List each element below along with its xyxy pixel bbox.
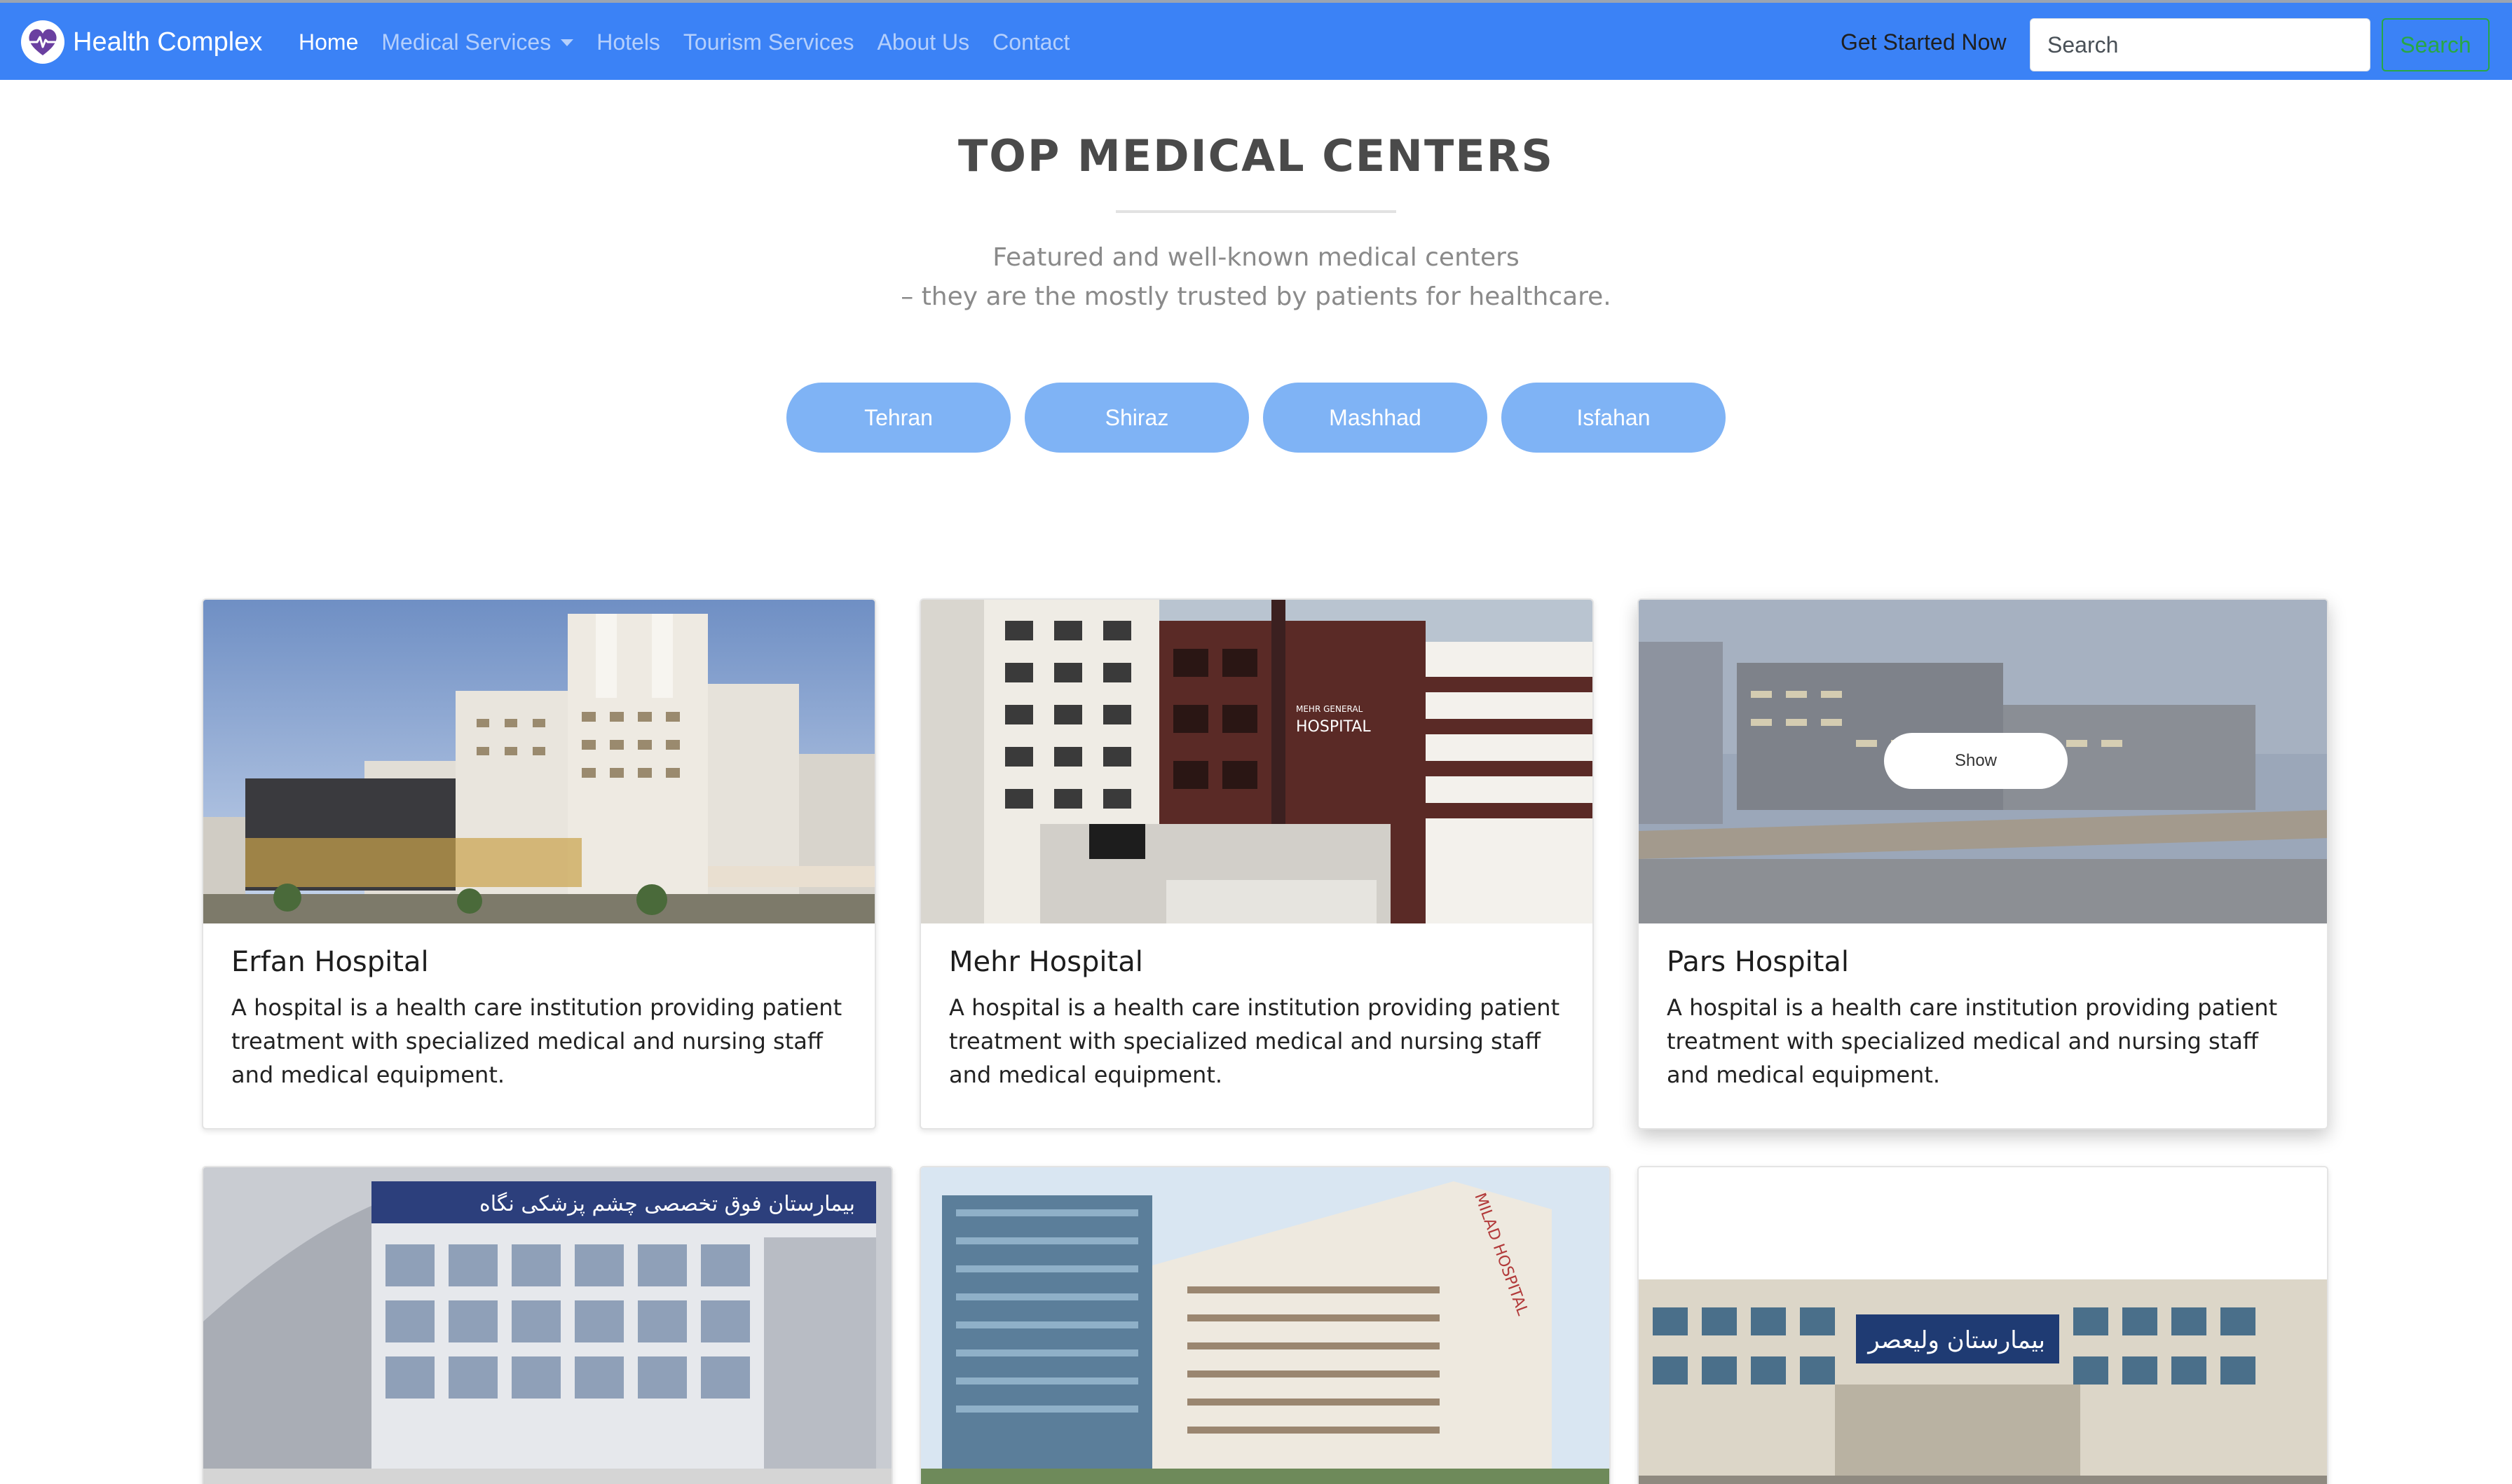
hospital-image[interactable]: بیمارستان فوق تخصصی چشم پزشکی نگاه: [203, 1167, 892, 1484]
card-title: Erfan Hospital: [231, 946, 429, 978]
nav-medical-services[interactable]: Medical Services: [381, 29, 574, 55]
nav-tourism-services[interactable]: Tourism Services: [683, 29, 854, 55]
show-button[interactable]: Show: [1884, 733, 2068, 789]
hospital-card[interactable]: Erfan Hospital A hospital is a health ca…: [202, 598, 876, 1129]
hospital-image[interactable]: MEHR GENERAL HOSPITAL: [921, 600, 1592, 923]
card-title: Mehr Hospital: [949, 946, 1143, 978]
main-nav: Home Medical Services Hotels Tourism Ser…: [299, 29, 1093, 55]
card-text: A hospital is a health care institution …: [231, 994, 842, 1088]
svg-text:HOSPITAL: HOSPITAL: [1296, 718, 1371, 736]
get-started-link[interactable]: Get Started Now: [1841, 29, 2007, 55]
city-shiraz-button[interactable]: Shiraz: [1025, 383, 1249, 453]
search-input[interactable]: [2030, 18, 2370, 71]
card-body: Erfan Hospital A hospital is a health ca…: [231, 946, 855, 1092]
card-text: A hospital is a health care institution …: [1667, 994, 2278, 1088]
svg-text:MEHR GENERAL: MEHR GENERAL: [1296, 704, 1363, 714]
hospital-image[interactable]: MILAD HOSPITAL: [921, 1167, 1609, 1484]
title-divider: [1116, 210, 1396, 213]
hospital-image[interactable]: [203, 600, 875, 923]
hospital-sign-text: بیمارستان فوق تخصصی چشم پزشکی نگاه: [479, 1192, 855, 1216]
hospital-image[interactable]: بیمارستان ولیعصر: [1639, 1167, 2327, 1484]
nav-contact[interactable]: Contact: [992, 29, 1070, 55]
section-title: TOP MEDICAL CENTERS: [958, 130, 1554, 181]
hospital-image[interactable]: Show: [1639, 600, 2327, 923]
card-body: Mehr Hospital A hospital is a health car…: [949, 946, 1573, 1092]
city-mashhad-button[interactable]: Mashhad: [1263, 383, 1487, 453]
hospital-card[interactable]: بیمارستان فوق تخصصی چشم پزشکی نگاه: [202, 1166, 893, 1484]
brand[interactable]: Health Complex: [21, 20, 262, 64]
navbar: Health Complex Home Medical Services Hot…: [0, 0, 2512, 80]
hospital-sign-text: بیمارستان ولیعصر: [1866, 1326, 2045, 1354]
hospital-card[interactable]: MILAD HOSPITAL: [920, 1166, 1611, 1484]
city-tehran-button[interactable]: Tehran: [786, 383, 1011, 453]
nav-home[interactable]: Home: [299, 29, 358, 55]
subtitle-line-1: Featured and well-known medical centers: [992, 243, 1520, 272]
hospital-card[interactable]: Show Pars Hospital A hospital is a healt…: [1637, 598, 2328, 1129]
card-title: Pars Hospital: [1667, 946, 1850, 978]
hospital-card[interactable]: MEHR GENERAL HOSPITAL Mehr Hospital A ho…: [920, 598, 1594, 1129]
chevron-down-icon: [561, 39, 574, 46]
nav-medical-services-label: Medical Services: [381, 29, 552, 55]
brand-name[interactable]: Health Complex: [73, 27, 262, 57]
card-body: Pars Hospital A hospital is a health car…: [1667, 946, 2291, 1092]
hospital-card[interactable]: بیمارستان ولیعصر: [1637, 1166, 2328, 1484]
section-subtitle: Featured and well-known medical centers …: [0, 238, 2512, 317]
subtitle-line-2: – they are the mostly trusted by patient…: [901, 282, 1611, 311]
search-button[interactable]: Search: [2382, 18, 2490, 71]
city-isfahan-button[interactable]: Isfahan: [1501, 383, 1726, 453]
nav-about-us[interactable]: About Us: [878, 29, 970, 55]
city-filter: Tehran Shiraz Mashhad Isfahan: [786, 383, 1740, 453]
heart-pulse-icon: [21, 20, 64, 64]
card-text: A hospital is a health care institution …: [949, 994, 1560, 1088]
nav-hotels[interactable]: Hotels: [596, 29, 660, 55]
